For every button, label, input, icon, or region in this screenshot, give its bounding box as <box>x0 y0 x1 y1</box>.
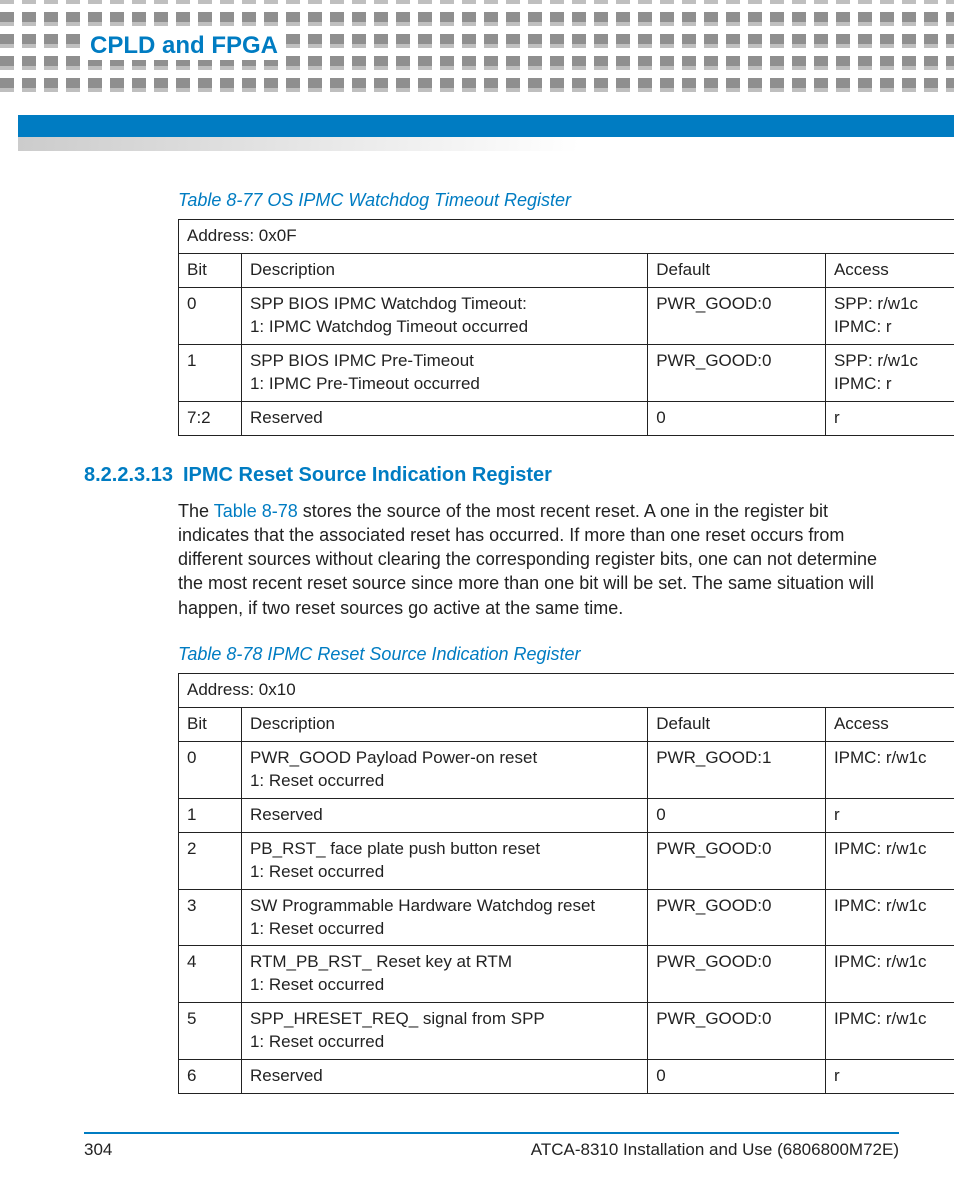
footer: 304 ATCA-8310 Installation and Use (6806… <box>84 1132 899 1160</box>
table-cell-def: PWR_GOOD:0 <box>648 287 826 344</box>
table2-header-row: Bit Description Default Access <box>179 707 954 741</box>
section-number: 8.2.2.3.13 <box>84 464 173 487</box>
header-title: CPLD and FPGA <box>90 32 278 59</box>
header-grey-wedge <box>18 137 954 151</box>
table1-col-acc: Access <box>825 253 954 287</box>
table-cell-acc: IPMC: r/w1c <box>825 832 954 889</box>
header-title-wrap: CPLD and FPGA <box>84 32 284 60</box>
table2-col-desc: Description <box>241 707 647 741</box>
table-cell-bit: 2 <box>179 832 242 889</box>
table-cell-desc: Reserved <box>241 1060 647 1094</box>
table-cell-bit: 1 <box>179 798 242 832</box>
table-cell-acc: IPMC: r/w1c <box>825 889 954 946</box>
table-cell-acc: SPP: r/w1c IPMC: r <box>825 287 954 344</box>
table-cell-def: PWR_GOOD:0 <box>648 832 826 889</box>
table1-col-desc: Description <box>241 253 647 287</box>
table1-col-def: Default <box>648 253 826 287</box>
table-row: 2PB_RST_ face plate push button reset 1:… <box>179 832 954 889</box>
table-cell-acc: SPP: r/w1c IPMC: r <box>825 344 954 401</box>
footer-docref: ATCA-8310 Installation and Use (6806800M… <box>531 1140 899 1160</box>
table1-header-row: Bit Description Default Access <box>179 253 954 287</box>
table-row: 6Reserved0r <box>179 1060 954 1094</box>
table-cell-bit: 0 <box>179 287 242 344</box>
table-cell-def: PWR_GOOD:0 <box>648 889 826 946</box>
table-cell-acc: r <box>825 798 954 832</box>
table-cell-acc: r <box>825 401 954 435</box>
table2: Address: 0x10 Bit Description Default Ac… <box>178 673 954 1094</box>
table-cell-bit: 7:2 <box>179 401 242 435</box>
section-body-pre: The <box>178 501 214 521</box>
table1: Address: 0x0F Bit Description Default Ac… <box>178 219 954 436</box>
section-body: The Table 8-78 stores the source of the … <box>178 499 899 620</box>
table-cell-bit: 3 <box>179 889 242 946</box>
table-cell-acc: IPMC: r/w1c <box>825 741 954 798</box>
table-cell-desc: SPP_HRESET_REQ_ signal from SPP 1: Reset… <box>241 1003 647 1060</box>
table-cell-def: PWR_GOOD:0 <box>648 946 826 1003</box>
table-cell-bit: 0 <box>179 741 242 798</box>
table-row: 0PWR_GOOD Payload Power-on reset 1: Rese… <box>179 741 954 798</box>
table2-caption: Table 8-78 IPMC Reset Source Indication … <box>178 644 899 665</box>
table1-address-row: Address: 0x0F <box>179 220 954 254</box>
table-cell-desc: Reserved <box>241 798 647 832</box>
table-row: 7:2Reserved0r <box>179 401 954 435</box>
table-cell-desc: SPP BIOS IPMC Pre-Timeout 1: IPMC Pre-Ti… <box>241 344 647 401</box>
table1-body: 0SPP BIOS IPMC Watchdog Timeout: 1: IPMC… <box>179 287 954 435</box>
table-cell-def: PWR_GOOD:1 <box>648 741 826 798</box>
table-cell-def: 0 <box>648 401 826 435</box>
table-row: 0SPP BIOS IPMC Watchdog Timeout: 1: IPMC… <box>179 287 954 344</box>
table-row: 1Reserved0r <box>179 798 954 832</box>
table1-col-bit: Bit <box>179 253 242 287</box>
table-cell-desc: PWR_GOOD Payload Power-on reset 1: Reset… <box>241 741 647 798</box>
table2-col-bit: Bit <box>179 707 242 741</box>
table-cell-def: PWR_GOOD:0 <box>648 1003 826 1060</box>
table-cell-desc: RTM_PB_RST_ Reset key at RTM 1: Reset oc… <box>241 946 647 1003</box>
table-cell-desc: Reserved <box>241 401 647 435</box>
table2-body: 0PWR_GOOD Payload Power-on reset 1: Rese… <box>179 741 954 1093</box>
table-cell-def: PWR_GOOD:0 <box>648 344 826 401</box>
table-cell-acc: IPMC: r/w1c <box>825 1003 954 1060</box>
table-cell-bit: 4 <box>179 946 242 1003</box>
table-cell-acc: r <box>825 1060 954 1094</box>
table-row: 5SPP_HRESET_REQ_ signal from SPP 1: Rese… <box>179 1003 954 1060</box>
table-cell-desc: SW Programmable Hardware Watchdog reset … <box>241 889 647 946</box>
table-cell-bit: 1 <box>179 344 242 401</box>
table-cell-bit: 5 <box>179 1003 242 1060</box>
table-cell-acc: IPMC: r/w1c <box>825 946 954 1003</box>
content: Table 8-77 OS IPMC Watchdog Timeout Regi… <box>0 0 954 1094</box>
table1-caption: Table 8-77 OS IPMC Watchdog Timeout Regi… <box>178 190 899 211</box>
table2-col-acc: Access <box>825 707 954 741</box>
table2-address-row: Address: 0x10 <box>179 674 954 708</box>
section-body-link[interactable]: Table 8-78 <box>214 501 298 521</box>
section-heading: 8.2.2.3.13 IPMC Reset Source Indication … <box>84 464 899 487</box>
table-row: 3SW Programmable Hardware Watchdog reset… <box>179 889 954 946</box>
table2-col-def: Default <box>648 707 826 741</box>
table-cell-desc: SPP BIOS IPMC Watchdog Timeout: 1: IPMC … <box>241 287 647 344</box>
page: CPLD and FPGA Table 8-77 OS IPMC Watchdo… <box>0 0 954 1182</box>
table2-address: Address: 0x10 <box>179 674 954 708</box>
table-row: 1SPP BIOS IPMC Pre-Timeout 1: IPMC Pre-T… <box>179 344 954 401</box>
table-cell-bit: 6 <box>179 1060 242 1094</box>
footer-page: 304 <box>84 1140 112 1160</box>
table1-address: Address: 0x0F <box>179 220 954 254</box>
table-row: 4RTM_PB_RST_ Reset key at RTM 1: Reset o… <box>179 946 954 1003</box>
table-cell-def: 0 <box>648 1060 826 1094</box>
header-blue-bar <box>18 115 954 137</box>
table-cell-desc: PB_RST_ face plate push button reset 1: … <box>241 832 647 889</box>
section-title: IPMC Reset Source Indication Register <box>183 464 552 487</box>
table-cell-def: 0 <box>648 798 826 832</box>
